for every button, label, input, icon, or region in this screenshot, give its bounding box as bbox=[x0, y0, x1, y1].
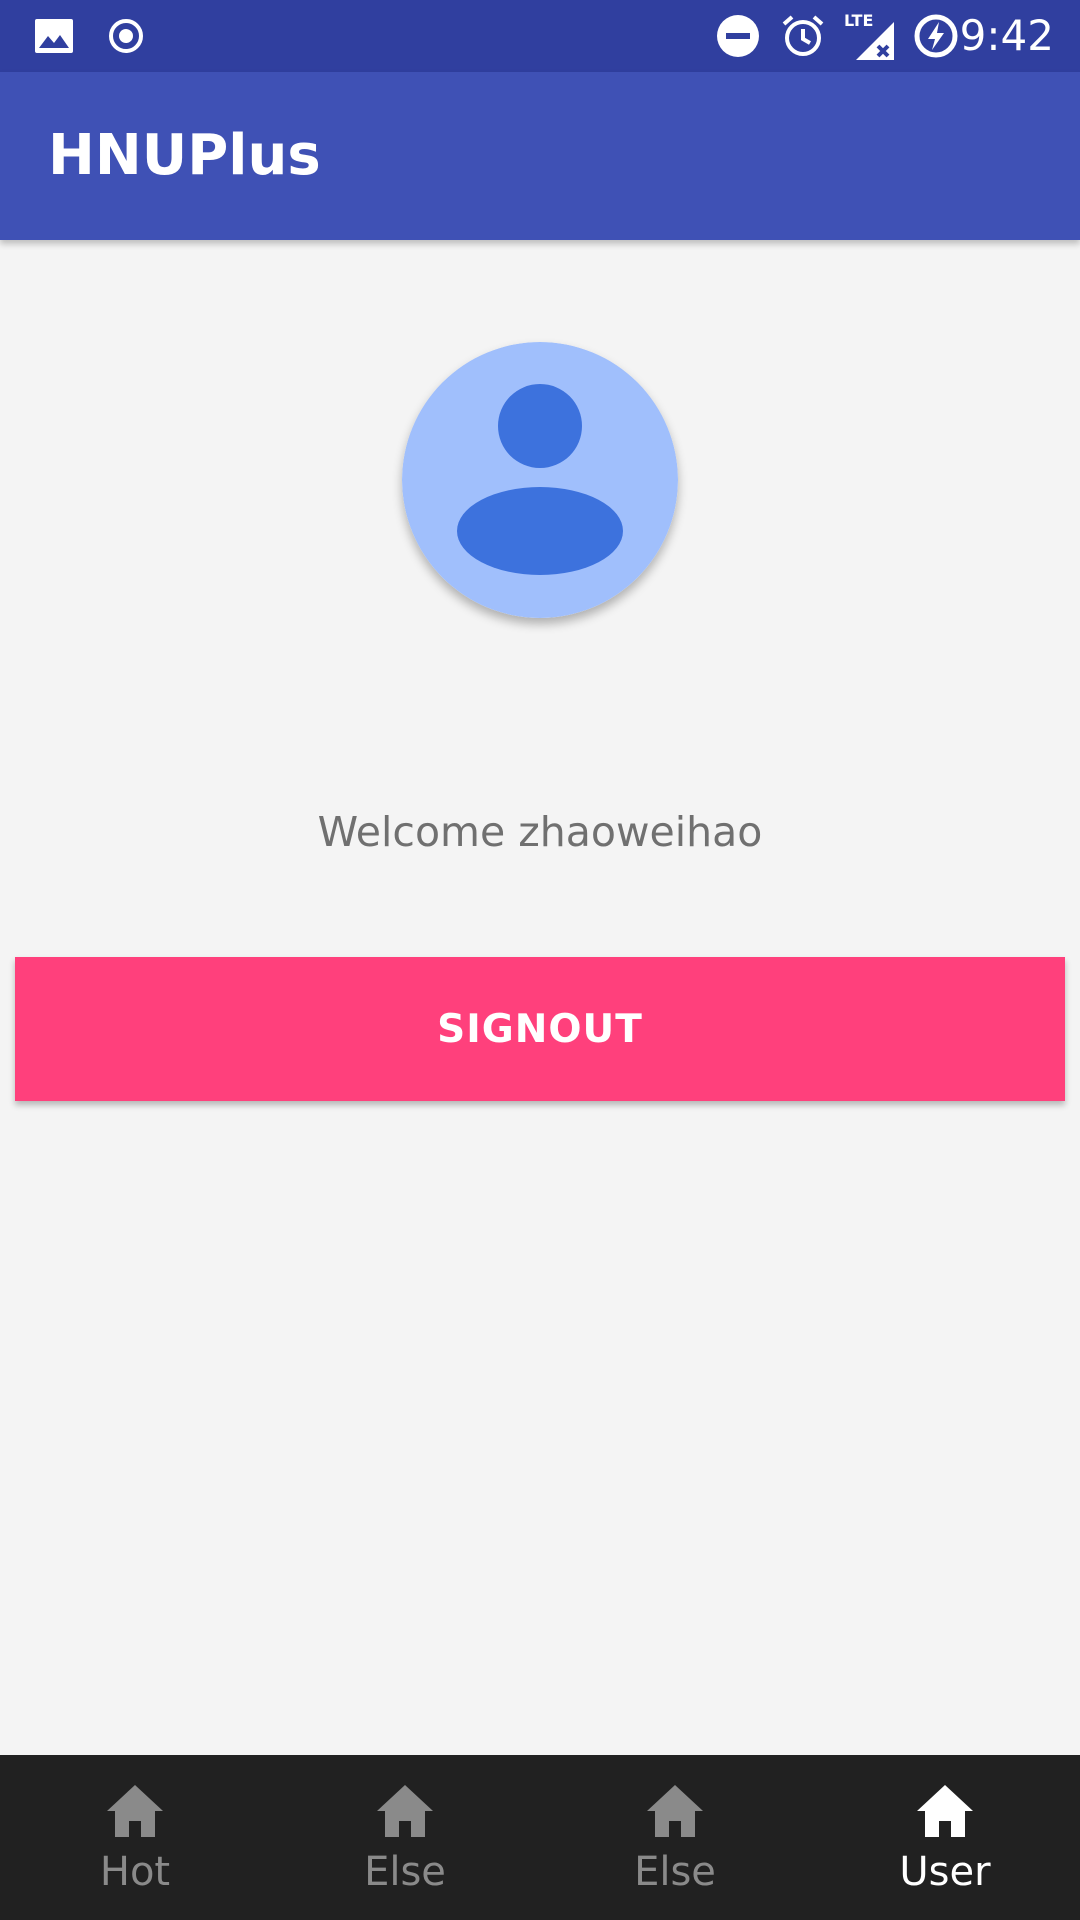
alarm-icon bbox=[780, 0, 826, 72]
welcome-text: Welcome zhaoweihao bbox=[317, 808, 763, 856]
home-icon bbox=[645, 1783, 705, 1839]
nav-label: Else bbox=[364, 1849, 446, 1895]
status-time: 9:42 bbox=[959, 11, 1054, 60]
nav-item-hot[interactable]: Hot bbox=[0, 1755, 270, 1920]
record-icon bbox=[106, 0, 146, 72]
nav-item-user[interactable]: User bbox=[810, 1755, 1080, 1920]
nav-label: Else bbox=[634, 1849, 716, 1895]
nav-item-else-2[interactable]: Else bbox=[540, 1755, 810, 1920]
home-icon bbox=[915, 1783, 975, 1839]
nav-label: Hot bbox=[99, 1849, 171, 1895]
do-not-disturb-icon bbox=[716, 0, 760, 72]
app-title: HNUPlus bbox=[48, 123, 321, 188]
home-icon bbox=[375, 1783, 435, 1839]
battery-charging-icon bbox=[912, 0, 960, 72]
status-bar: LTE 9:42 bbox=[0, 0, 1080, 72]
nav-label: User bbox=[899, 1849, 991, 1895]
person-avatar-icon bbox=[402, 342, 678, 618]
bottom-navigation: Hot Else Else User bbox=[0, 1755, 1080, 1920]
image-icon bbox=[34, 0, 74, 72]
home-icon bbox=[105, 1783, 165, 1839]
lte-label: LTE bbox=[844, 11, 873, 30]
signout-button[interactable]: SIGNOUT bbox=[15, 957, 1065, 1101]
nav-item-else-1[interactable]: Else bbox=[270, 1755, 540, 1920]
app-bar: HNUPlus bbox=[0, 72, 1080, 240]
lte-signal-icon: LTE bbox=[842, 0, 898, 72]
